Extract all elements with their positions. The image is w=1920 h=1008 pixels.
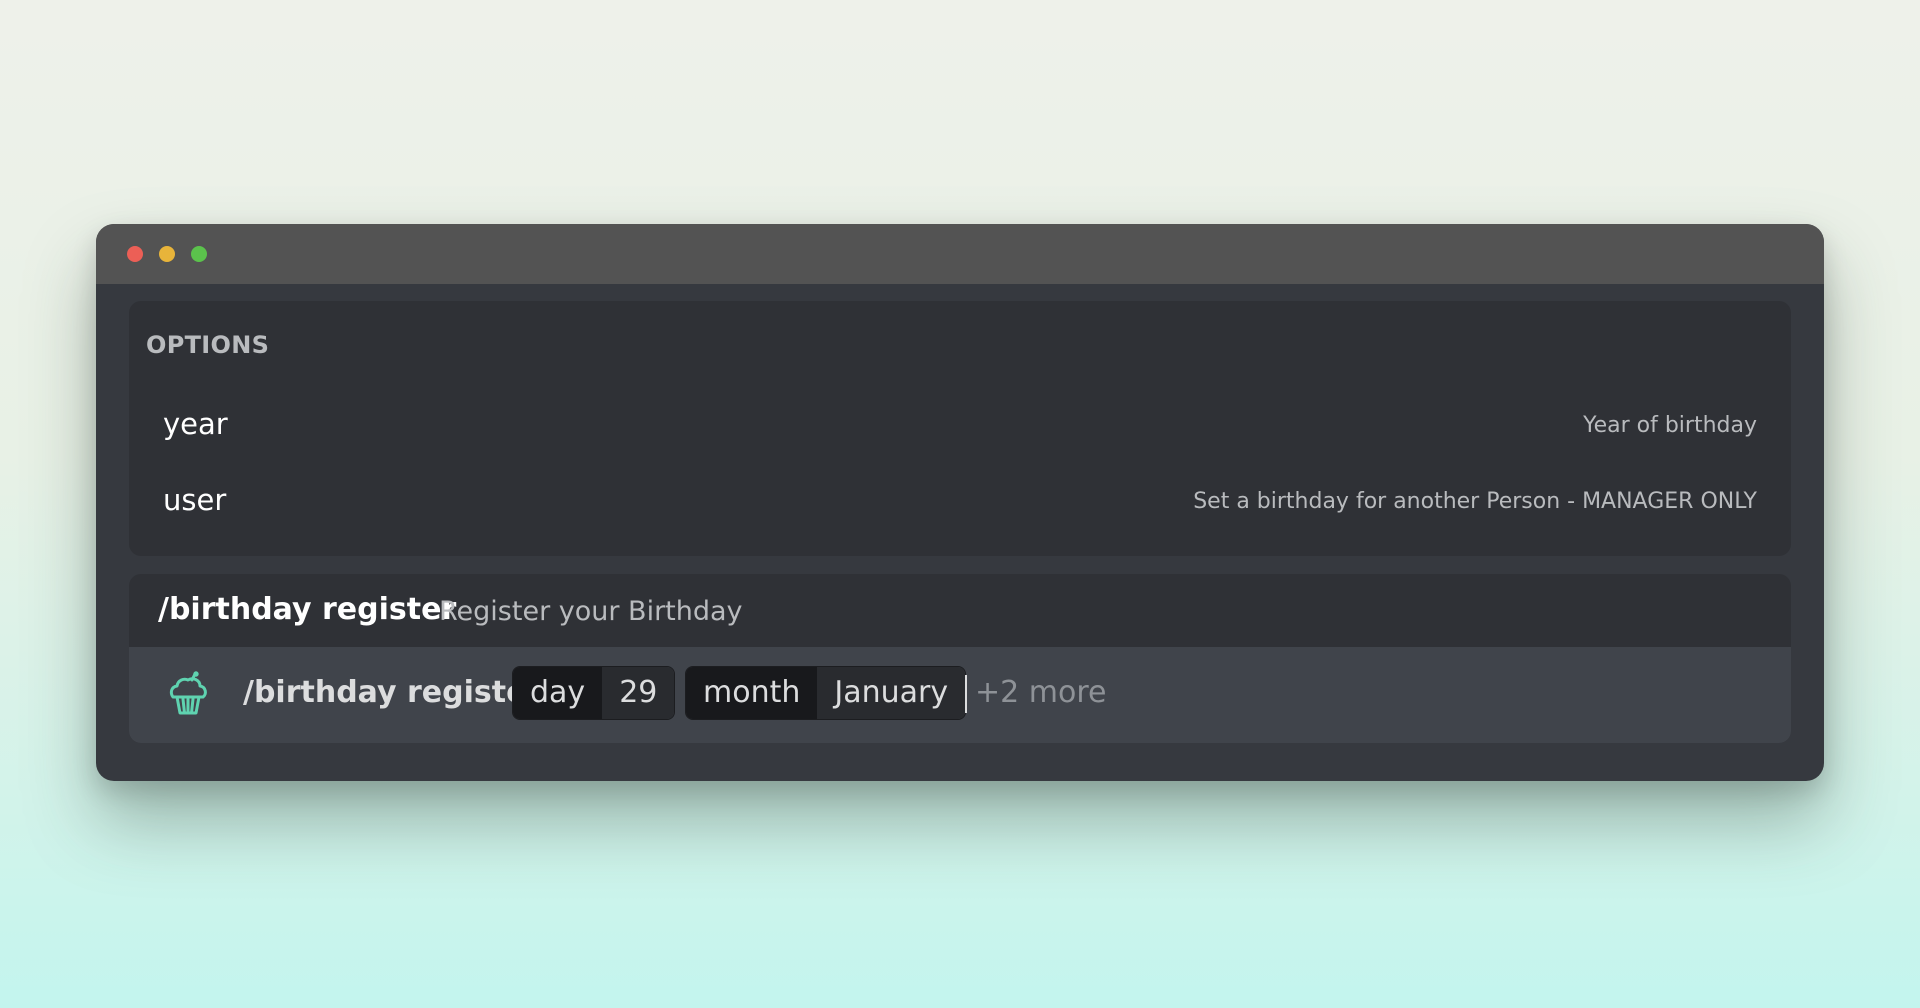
param-name: month [686, 667, 818, 719]
option-name: user [163, 483, 227, 517]
param-value: 29 [602, 667, 675, 719]
command-description: Register your Birthday [439, 596, 743, 627]
command-panel: /birthday register Register your Birthda… [129, 574, 1791, 743]
option-description: Year of birthday [1583, 413, 1757, 438]
command-suggestion[interactable]: /birthday register Register your Birthda… [129, 574, 1791, 647]
param-name: day [513, 667, 603, 719]
command-name: /birthday register [158, 592, 457, 627]
param-chip-month[interactable]: month January [685, 666, 967, 720]
more-params-hint: +2 more [975, 675, 1107, 710]
maximize-window-button[interactable] [191, 246, 207, 262]
option-name: year [163, 407, 228, 441]
text-caret [965, 675, 967, 713]
minimize-window-button[interactable] [159, 246, 175, 262]
message-input[interactable]: /birthday register day 29 month January … [129, 647, 1791, 743]
options-header: OPTIONS [146, 331, 270, 359]
app-window: OPTIONS year Year of birthday user Set a… [96, 224, 1824, 781]
cupcake-icon [169, 671, 207, 715]
param-value: January [817, 667, 966, 719]
option-description: Set a birthday for another Person - MANA… [1193, 489, 1757, 514]
title-bar [96, 224, 1824, 284]
close-window-button[interactable] [127, 246, 143, 262]
option-item-user[interactable]: user Set a birthday for another Person -… [129, 467, 1791, 537]
option-item-year[interactable]: year Year of birthday [129, 391, 1791, 461]
options-panel: OPTIONS year Year of birthday user Set a… [129, 301, 1791, 556]
param-chip-day[interactable]: day 29 [512, 666, 676, 720]
input-command-text: /birthday register [243, 675, 542, 710]
